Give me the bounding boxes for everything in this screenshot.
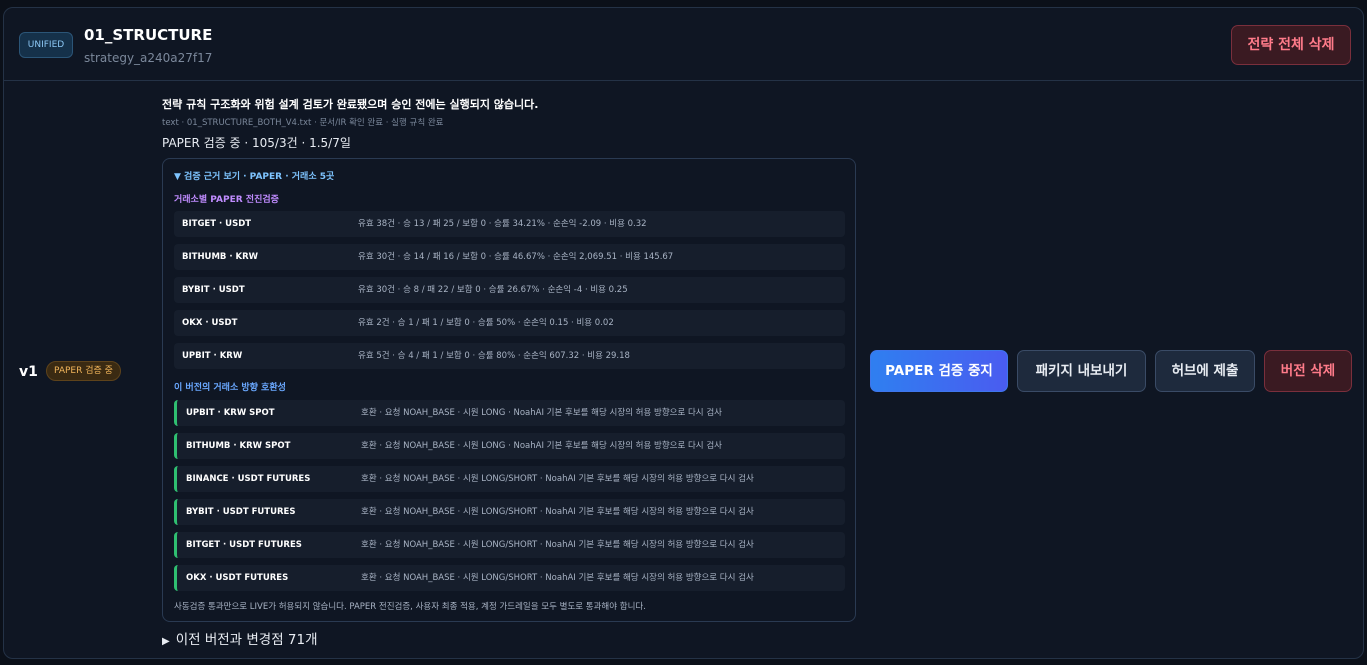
row-exchange-name: OKX · USDT [182, 318, 238, 328]
delete-strategy-button[interactable]: 전략 전체 삭제 [1231, 25, 1351, 65]
row-exchange-name: BITHUMB · KRW [182, 252, 259, 262]
changes-toggle[interactable]: ▶ 이전 버전과 변경점 71개 [162, 628, 318, 648]
row-detail: 호환 · 요청 NOAH_BASE · 시원 LONG/SHORT · Noah… [361, 573, 754, 583]
export-package-button[interactable]: 패키지 내보내기 [1017, 350, 1146, 392]
version-status-badge: PAPER 검증 중 [46, 361, 121, 381]
row-detail: 호환 · 요청 NOAH_BASE · 시원 LONG · NoahAI 기본 … [361, 441, 722, 451]
exchange-row: BITGET · USDT 유효 38건 · 승 13 / 패 25 / 보합 0… [174, 211, 845, 237]
compat-row: BINANCE · USDT FUTURES 호환 · 요청 NOAH_BASE … [174, 466, 845, 492]
strategy-card: UNIFIED 01_STRUCTURE strategy_a240a27f17… [3, 7, 1364, 659]
row-exchange-name: BYBIT · USDT [182, 285, 245, 295]
compat-row: BITHUMB · KRW SPOT 호환 · 요청 NOAH_BASE · 시원… [174, 433, 845, 459]
strategy-id: strategy_a240a27f17 [84, 51, 213, 65]
version-label: v1 [19, 364, 38, 380]
strategy-title: 01_STRUCTURE [84, 26, 213, 44]
row-detail: 호환 · 요청 NOAH_BASE · 시원 LONG · NoahAI 기본 … [361, 408, 722, 418]
compat-row: UPBIT · KRW SPOT 호환 · 요청 NOAH_BASE · 시원 L… [174, 400, 845, 426]
row-detail: 유효 38건 · 승 13 / 패 25 / 보합 0 · 승률 34.21% … [358, 219, 647, 229]
row-exchange-name: BITGET · USDT [182, 219, 252, 229]
compat-row: BYBIT · USDT FUTURES 호환 · 요청 NOAH_BASE · … [174, 499, 845, 525]
evidence-panel: ▼ 검증 근거 보기 · PAPER · 거래소 5곳 거래소별 PAPER 전… [162, 158, 856, 622]
exchange-section-title: 거래소별 PAPER 전진검증 [174, 195, 279, 205]
row-exchange-name: UPBIT · KRW [182, 351, 243, 361]
summary-message: 전략 규칙 구조화와 위험 설계 검토가 완료됐으며 승인 전에는 실행되지 않… [162, 98, 539, 111]
row-exchange-name: BYBIT · USDT FUTURES [186, 507, 296, 517]
row-detail: 유효 2건 · 승 1 / 패 1 / 보합 0 · 승률 50% · 순손익 … [358, 318, 614, 328]
row-exchange-name: OKX · USDT FUTURES [186, 573, 289, 583]
row-detail: 호환 · 요청 NOAH_BASE · 시원 LONG/SHORT · Noah… [361, 540, 754, 550]
row-exchange-name: BITHUMB · KRW SPOT [186, 441, 291, 451]
row-detail: 유효 30건 · 승 8 / 패 22 / 보합 0 · 승률 26.67% ·… [358, 285, 628, 295]
delete-version-button[interactable]: 버전 삭제 [1264, 350, 1352, 392]
row-exchange-name: BINANCE · USDT FUTURES [186, 474, 311, 484]
evidence-footnote: 사동검증 통과만으로 LIVE가 허용되지 않습니다. PAPER 전진검증, … [174, 602, 646, 612]
strategy-header: UNIFIED 01_STRUCTURE strategy_a240a27f17… [4, 8, 1363, 81]
row-detail: 유효 5건 · 승 4 / 패 1 / 보합 0 · 승률 80% · 순손익 … [358, 351, 630, 361]
submit-hub-button[interactable]: 허브에 제출 [1155, 350, 1255, 392]
row-exchange-name: BITGET · USDT FUTURES [186, 540, 302, 550]
compat-section-title: 이 버전의 거래소 방향 호환성 [174, 383, 286, 393]
row-detail: 호환 · 요청 NOAH_BASE · 시원 LONG/SHORT · Noah… [361, 507, 754, 517]
exchange-row: BYBIT · USDT 유효 30건 · 승 8 / 패 22 / 보합 0 ·… [174, 277, 845, 303]
exchange-row: BITHUMB · KRW 유효 30건 · 승 14 / 패 16 / 보합 0… [174, 244, 845, 270]
stop-paper-button[interactable]: PAPER 검증 중지 [870, 350, 1008, 392]
paper-status: PAPER 검증 중 · 105/3건 · 1.5/7일 [162, 136, 351, 150]
expand-triangle-icon: ▶ [162, 636, 170, 647]
row-detail: 호환 · 요청 NOAH_BASE · 시원 LONG/SHORT · Noah… [361, 474, 754, 484]
exchange-row: OKX · USDT 유효 2건 · 승 1 / 패 1 / 보합 0 · 승률 … [174, 310, 845, 336]
compat-row: OKX · USDT FUTURES 호환 · 요청 NOAH_BASE · 시원… [174, 565, 845, 591]
summary-meta: text · 01_STRUCTURE_BOTH_V4.txt · 문서/IR … [162, 118, 444, 128]
evidence-toggle[interactable]: ▼ 검증 근거 보기 · PAPER · 거래소 5곳 [174, 169, 334, 182]
row-exchange-name: UPBIT · KRW SPOT [186, 408, 275, 418]
unified-badge: UNIFIED [19, 32, 73, 58]
compat-row: BITGET · USDT FUTURES 호환 · 요청 NOAH_BASE ·… [174, 532, 845, 558]
changes-label: 이전 버전과 변경점 71개 [175, 632, 318, 648]
row-detail: 유효 30건 · 승 14 / 패 16 / 보합 0 · 승률 46.67% … [358, 252, 674, 262]
exchange-row: UPBIT · KRW 유효 5건 · 승 4 / 패 1 / 보합 0 · 승률… [174, 343, 845, 369]
